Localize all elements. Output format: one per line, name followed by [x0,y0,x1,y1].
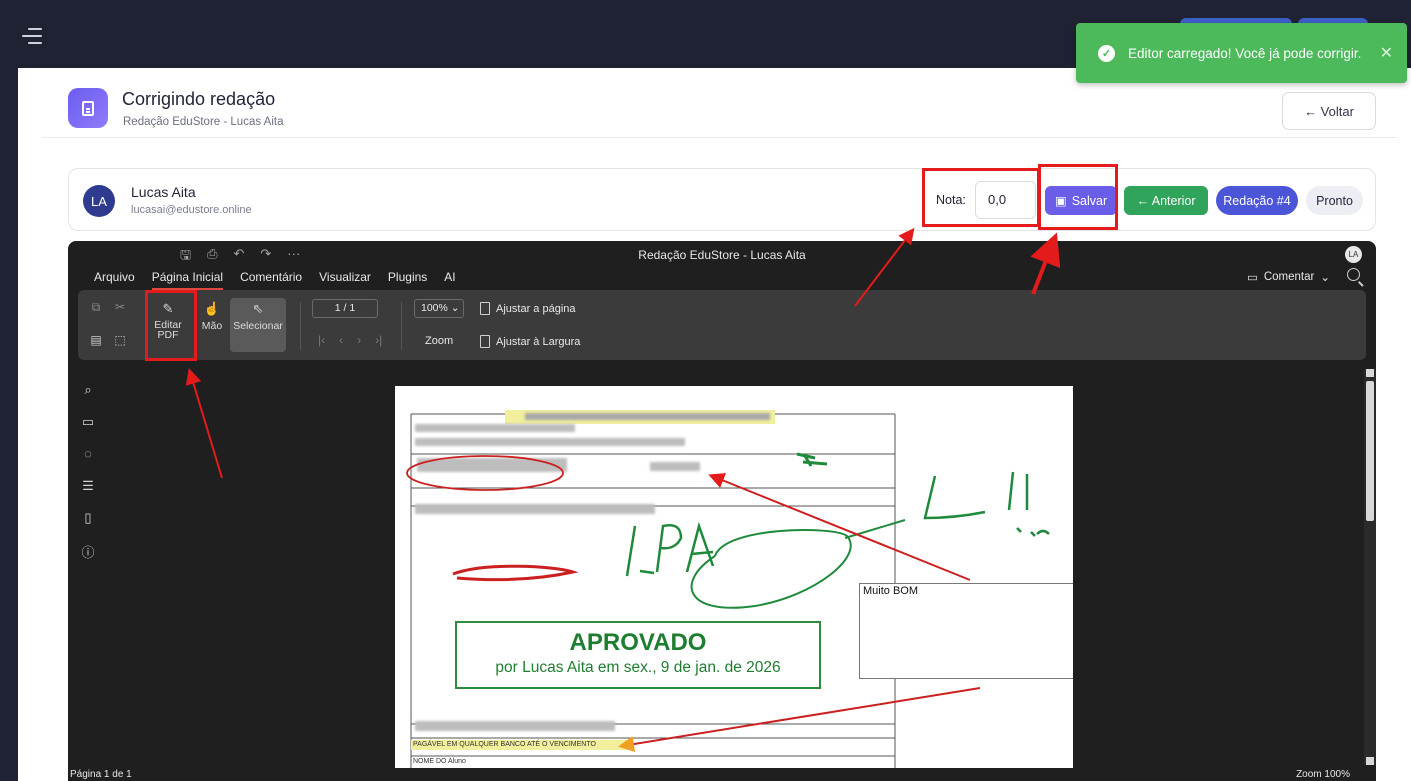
search-icon[interactable]: ⌕ [78,382,98,405]
done-button[interactable]: Pronto [1306,186,1363,215]
viewer-sidebar: ⌕ ▭ ◌ ☰ ▯ ⓘ [78,382,98,574]
viewer-search-icon[interactable] [1347,268,1360,281]
comment-dropdown[interactable]: ▭ Comentar ⌄ [1247,270,1330,284]
zoom-select[interactable]: 100% ⌄ [414,299,464,318]
hand-icon: ☝ [203,301,221,316]
red-circle-mark [406,455,564,491]
green-letter-p [655,524,683,573]
menu-arquivo[interactable]: Arquivo [94,270,135,290]
scissors-icon[interactable]: ✂ [110,300,130,320]
select-tool-button[interactable]: ⇖ Selecionar [230,301,286,332]
page-header: Corrigindo redação Redação EduStore - Lu… [42,76,1397,138]
document-icon [68,88,108,128]
student-email: lucasai@edustore.online [131,204,252,216]
hamburger-menu-icon[interactable] [22,28,44,48]
page-number-input[interactable]: 1 / 1 [312,299,378,318]
left-dark-strip [0,68,18,781]
student-name: Lucas Aita [131,184,196,200]
document-page[interactable]: PAGÁVEL EM QUALQUER BANCO ATÉ O VENCIMEN… [395,386,1073,781]
zoom-value: 100% [421,302,448,314]
select-area-icon[interactable]: ⬚ [110,333,130,353]
copy-icon[interactable]: ⧉ [86,300,106,320]
fit-width-icon [480,335,490,348]
menu-pagina-inicial[interactable]: Página Inicial [151,270,224,290]
status-zoom: Zoom 100% [1296,769,1350,780]
zoom-label: Zoom [425,335,454,347]
comment-icon[interactable]: ▭ [78,414,98,437]
fit-width-label: Ajustar à Largura [496,335,581,348]
success-toast: ✓ Editor carregado! Você já pode corrigi… [1076,23,1407,83]
first-page-icon[interactable]: |‹ [318,333,325,347]
menu-ai[interactable]: AI [444,270,455,290]
status-page: Página 1 de 1 [70,769,132,780]
viewer-user-avatar[interactable]: LA [1345,246,1362,263]
student-card: LA Lucas Aita lucasai@edustore.online No… [68,168,1376,231]
chevron-down-icon: ⌄ [450,302,460,314]
fit-page-label: Ajustar a página [496,302,576,315]
callout-save-box [1038,164,1118,230]
comment-note[interactable]: Muito BOM [859,583,1073,679]
page-title: Corrigindo redação [122,89,276,109]
hand-tool-button[interactable]: ☝ Mão [196,301,228,332]
last-page-icon[interactable]: ›| [375,333,382,347]
approval-stamp: APROVADO por Lucas Aita em sex., 9 de ja… [455,621,821,689]
comment-dropdown-label: Comentar [1263,271,1315,283]
green-scribble-mark [796,452,828,467]
viewer-menu-bar: Arquivo Página Inicial Comentário Visual… [94,270,456,290]
vertical-scrollbar[interactable] [1364,369,1376,765]
menu-plugins[interactable]: Plugins [388,270,427,290]
info-icon[interactable]: ⓘ [78,542,98,565]
comment-icon: ▭ [1246,272,1258,284]
select-label: Selecionar [233,320,283,332]
close-icon[interactable]: ✕ [1380,43,1393,63]
toolbar-divider [300,302,301,350]
scroll-thumb[interactable] [1366,381,1374,521]
page-thumbnail-icon[interactable]: ▯ [78,510,98,533]
cursor-arrow-icon: ⇖ [252,301,264,316]
fit-width-button[interactable]: Ajustar à Largura [480,335,580,348]
callout-edit-pdf-box [145,290,197,361]
callout-grade-box [922,168,1040,227]
chat-bubble-icon[interactable]: ◌ [78,446,98,469]
scroll-down-icon[interactable] [1366,757,1374,765]
prev-page-icon[interactable]: ‹ [339,333,343,347]
red-scribble-mark [452,564,579,582]
green-exclamation-mark [923,471,1050,537]
green-letter-a [685,521,715,573]
next-page-icon[interactable]: › [357,333,361,347]
chevron-down-icon: ⌄ [1320,272,1330,284]
viewer-document-title: Redação EduStore - Lucas Aita [638,248,806,262]
pdf-viewer: 🖫 ⎙ ↶ ↷ ··· Redação EduStore - Lucas Ait… [68,241,1376,781]
outline-icon[interactable]: ☰ [78,478,98,501]
stamp-title: APROVADO [569,629,707,656]
fit-page-icon [480,302,490,315]
toast-message: Editor carregado! Você já pode corrigir. [1128,45,1362,61]
viewer-statusbar: Página 1 de 1 Zoom 100% [68,768,1376,781]
fit-page-button[interactable]: Ajustar a página [480,302,576,315]
clipboard-icon[interactable]: ▤ [86,333,106,353]
essay-number-button[interactable]: Redação #4 [1216,186,1298,215]
stamp-subtitle: por Lucas Aita em sex., 9 de jan. de 202… [495,659,781,676]
viewer-titlebar: 🖫 ⎙ ↶ ↷ ··· Redação EduStore - Lucas Ait… [68,241,1376,269]
hand-label: Mão [201,320,223,332]
toolbar-divider [401,302,402,350]
back-button[interactable]: ← Voltar [1282,92,1376,130]
menu-comentario[interactable]: Comentário [240,270,302,290]
menu-visualizar[interactable]: Visualizar [319,270,371,290]
page-subtitle: Redação EduStore - Lucas Aita [123,116,284,128]
avatar: LA [83,185,115,217]
check-circle-icon: ✓ [1098,44,1115,62]
page-navigation: |‹ ‹ › ›| [318,333,382,347]
previous-button[interactable]: ← Anterior [1124,186,1208,215]
toolbar-ribbon: ⧉ ✂ ▤ ⬚ ✎ Editar PDF ☝ Mão ⇖ Selecionar … [78,290,1366,360]
green-letter-l [625,525,655,577]
scroll-up-icon[interactable] [1366,369,1374,377]
